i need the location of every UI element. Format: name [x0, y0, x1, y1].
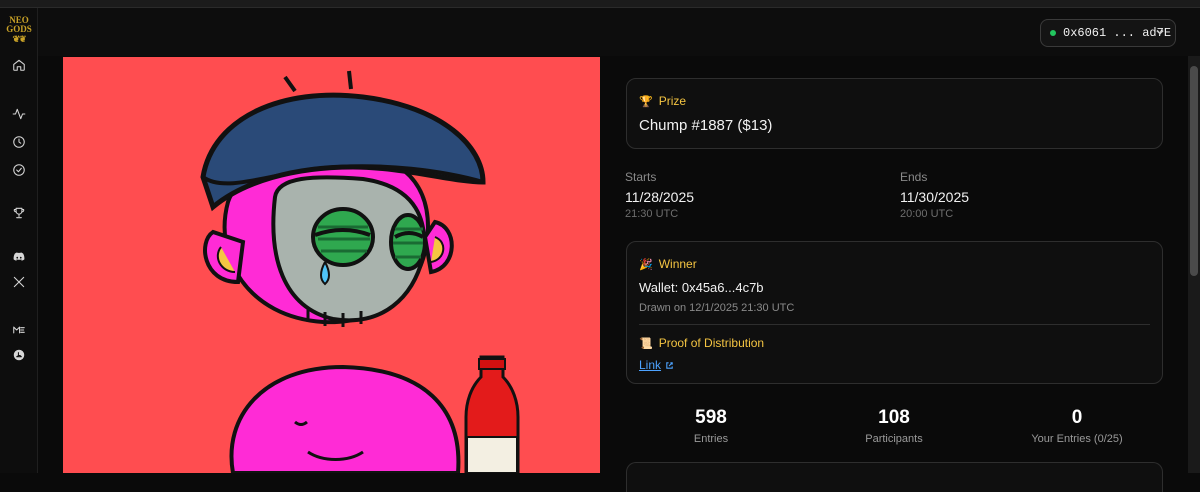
check-circle-icon[interactable] [9, 160, 29, 180]
proof-link-row: Link [639, 358, 674, 372]
next-card-edge [626, 462, 1163, 492]
participants-caption: Participants [865, 433, 923, 445]
ends-time: 20:00 UTC [900, 208, 954, 220]
prize-nft-image [63, 57, 600, 473]
activity-icon[interactable] [9, 104, 29, 124]
prize-value: Chump #1887 ($13) [639, 117, 773, 134]
page-scrollbar[interactable] [1188, 56, 1200, 473]
entries-value: 598 [695, 407, 727, 428]
entries-caption: Entries [693, 433, 729, 445]
stat-your-entries: 0 Your Entries (0/25) [997, 407, 1157, 445]
chump-artwork [200, 70, 520, 473]
top-header [38, 8, 1200, 56]
magic-eden-icon[interactable] [9, 320, 29, 340]
prize-card: 🏆 Prize Chump #1887 ($13) [626, 78, 1163, 149]
trophy-icon[interactable] [9, 203, 29, 223]
winner-card: 🎉 Winner Wallet: 0x45a6...4c7b Drawn on … [626, 241, 1163, 384]
connected-status-dot [1050, 30, 1056, 36]
your-entries-caption: Your Entries (0/25) [1031, 433, 1123, 445]
discord-icon[interactable] [9, 247, 29, 267]
external-link-icon [666, 361, 673, 369]
wallet-button[interactable]: 0x6061 ... ad7E [1040, 19, 1176, 47]
proof-link[interactable]: Link [639, 358, 661, 372]
chevron-down-icon [1155, 27, 1165, 37]
x-icon[interactable] [9, 272, 29, 292]
participants-value: 108 [878, 407, 910, 428]
starts-label: Starts [625, 170, 657, 184]
starts-date: 11/28/2025 [625, 189, 695, 205]
prize-label: Prize [658, 94, 687, 108]
starts-time: 21:30 UTC [625, 208, 679, 220]
stat-participants: 108 Participants [814, 407, 974, 445]
proof-label-row: 📜 Proof of Distribution [639, 336, 764, 350]
sidebar: NEO GODS ❦❦ [0, 8, 38, 473]
trophy-icon: 🏆 [639, 95, 653, 108]
scrollbar-thumb[interactable] [1190, 66, 1198, 276]
party-popper-icon: 🎉 [639, 258, 653, 271]
prize-label-row: 🏆 Prize [639, 94, 686, 108]
ends-label: Ends [900, 170, 928, 184]
clock-icon[interactable] [9, 132, 29, 152]
drawn-date: Drawn on 12/1/2025 21:30 UTC [639, 302, 795, 314]
window-top-edge [0, 0, 1200, 8]
logo-line-2: GODS [6, 24, 32, 34]
opensea-icon[interactable] [9, 345, 29, 365]
brand-logo[interactable]: NEO GODS ❦❦ [4, 16, 34, 44]
divider [639, 324, 1150, 325]
laurel-icon: ❦❦ [12, 34, 26, 44]
winner-label: Winner [658, 257, 697, 271]
your-entries-value: 0 [1071, 407, 1083, 428]
proof-label: Proof of Distribution [658, 336, 765, 350]
scroll-icon: 📜 [639, 337, 653, 350]
winner-label-row: 🎉 Winner [639, 257, 697, 271]
stat-entries: 598 Entries [631, 407, 791, 445]
winner-wallet: Wallet: 0x45a6...4c7b [639, 280, 764, 295]
home-icon[interactable] [9, 55, 29, 75]
ends-date: 11/30/2025 [900, 189, 970, 205]
